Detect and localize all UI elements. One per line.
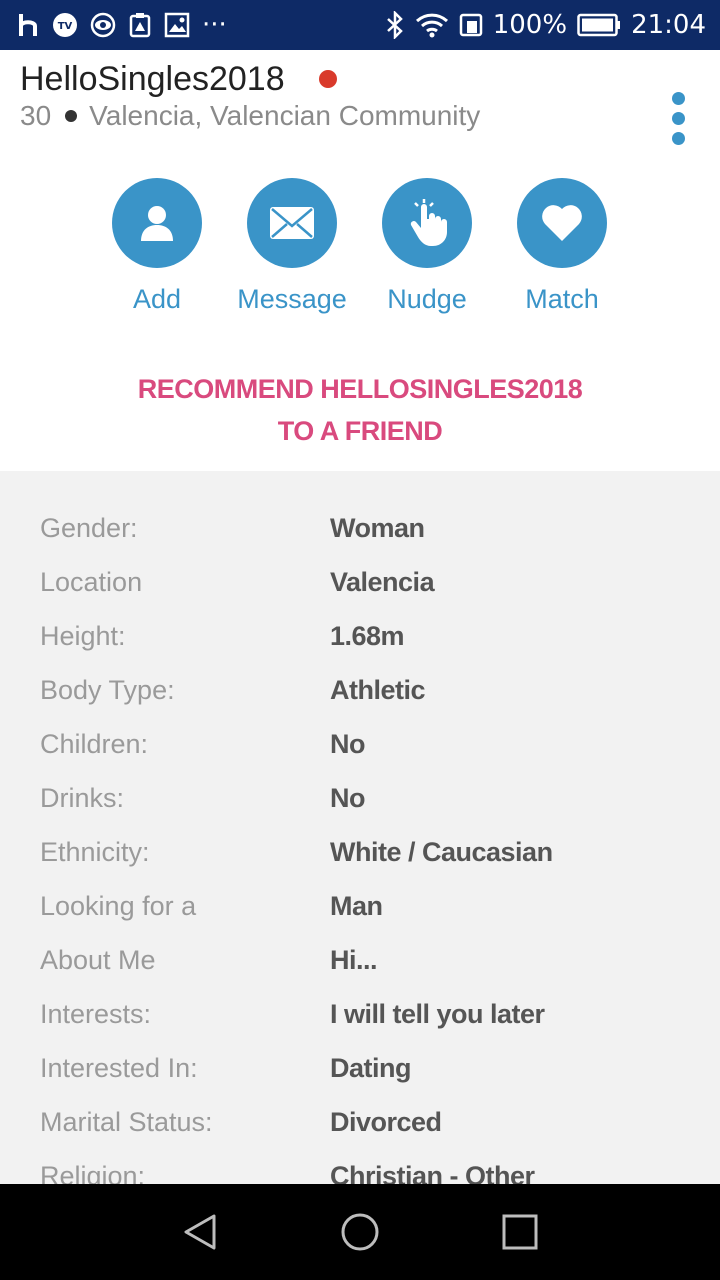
match-label: Match (525, 284, 599, 314)
tv-icon: TV (52, 12, 78, 38)
more-options-icon[interactable] (664, 92, 692, 148)
detail-key: Drinks: (40, 783, 125, 813)
wifi-icon (415, 12, 449, 38)
add-label: Add (132, 284, 182, 314)
detail-row-ethnicity: Ethnicity: White / Caucasian (0, 837, 720, 891)
image-icon (164, 12, 190, 38)
detail-value: 1.68m (330, 621, 405, 651)
detail-value: Divorced (330, 1107, 442, 1137)
detail-key: Body Type: (40, 675, 175, 705)
detail-value: Hi... (330, 945, 378, 975)
age: 30 (20, 100, 52, 131)
back-icon[interactable] (180, 1212, 220, 1252)
h-icon (18, 12, 40, 38)
hand-tap-icon (382, 178, 472, 268)
detail-row-religion: Religion: Christian - Other (0, 1161, 720, 1184)
online-status-dot (319, 70, 337, 88)
detail-value: White / Caucasian (330, 837, 553, 867)
detail-value: Athletic (330, 675, 426, 705)
detail-key: Looking for a (40, 891, 197, 921)
detail-row-about-me: About Me Hi... (0, 945, 720, 999)
detail-value: Man (330, 891, 383, 921)
detail-value: No (330, 783, 366, 813)
match-button[interactable]: Match (492, 178, 632, 315)
message-label: Message (237, 284, 347, 314)
detail-key: Children: (40, 729, 149, 759)
battery-icon (577, 13, 621, 37)
detail-key: Marital Status: (40, 1107, 213, 1137)
detail-key: Religion: (40, 1161, 146, 1184)
detail-value: I will tell you later (330, 999, 545, 1029)
nudge-label: Nudge (387, 284, 467, 314)
profile-details[interactable]: Gender: Woman Location Valencia Height: … (0, 471, 720, 1184)
profile-subline: 30 Valencia, Valencian Community (20, 100, 480, 132)
person-icon (112, 178, 202, 268)
detail-row-body-type: Body Type: Athletic (0, 675, 720, 729)
recommend-link[interactable]: RECOMMEND HELLOSINGLES2018 TO A FRIEND (0, 368, 720, 452)
detail-value: No (330, 729, 366, 759)
detail-row-children: Children: No (0, 729, 720, 783)
eye-icon (90, 12, 116, 38)
separator-dot (65, 110, 78, 122)
detail-value: Dating (330, 1053, 412, 1083)
detail-value: Christian - Other (330, 1161, 535, 1184)
home-icon[interactable] (340, 1212, 380, 1252)
envelope-icon (247, 178, 337, 268)
heart-icon (517, 178, 607, 268)
sim-icon (459, 12, 483, 38)
svg-text:TV: TV (58, 21, 73, 32)
detail-row-location: Location Valencia (0, 567, 720, 621)
detail-row-gender: Gender: Woman (0, 513, 720, 567)
detail-value: Woman (330, 513, 425, 543)
add-button[interactable]: Add (87, 178, 227, 315)
nudge-button[interactable]: Nudge (357, 178, 497, 315)
detail-row-interests: Interests: I will tell you later (0, 999, 720, 1053)
detail-value: Valencia (330, 567, 435, 597)
detail-key: Ethnicity: (40, 837, 150, 867)
detail-key: Height: (40, 621, 126, 651)
recommend-line-1: RECOMMEND HELLOSINGLES2018 (137, 374, 583, 404)
profile-header: HelloSingles2018 30 Valencia, Valencian … (0, 50, 720, 160)
navigation-bar (0, 1184, 720, 1280)
clock: 21:04 (631, 10, 706, 40)
detail-key: Gender: (40, 513, 138, 543)
detail-row-marital-status: Marital Status: Divorced (0, 1107, 720, 1161)
message-button[interactable]: Message (222, 178, 362, 315)
detail-key: Interested In: (40, 1053, 198, 1083)
recents-icon[interactable] (500, 1212, 540, 1252)
battery-percent: 100% (492, 10, 568, 40)
detail-row-drinks: Drinks: No (0, 783, 720, 837)
clipboard-alert-icon (128, 12, 152, 38)
bluetooth-icon (385, 11, 405, 39)
detail-key: Interests: (40, 999, 152, 1029)
status-bar: TV ··· 100% 21:04 (0, 0, 720, 50)
location: Valencia, Valencian Community (89, 100, 481, 131)
recommend-line-2: TO A FRIEND (277, 416, 443, 446)
detail-key: About Me (40, 945, 156, 975)
detail-key: Location (40, 567, 143, 597)
detail-row-interested-in: Interested In: Dating (0, 1053, 720, 1107)
detail-row-looking-for: Looking for a Man (0, 891, 720, 945)
detail-row-height: Height: 1.68m (0, 621, 720, 675)
username: HelloSingles2018 (20, 60, 285, 98)
more-icon: ··· (202, 10, 227, 40)
